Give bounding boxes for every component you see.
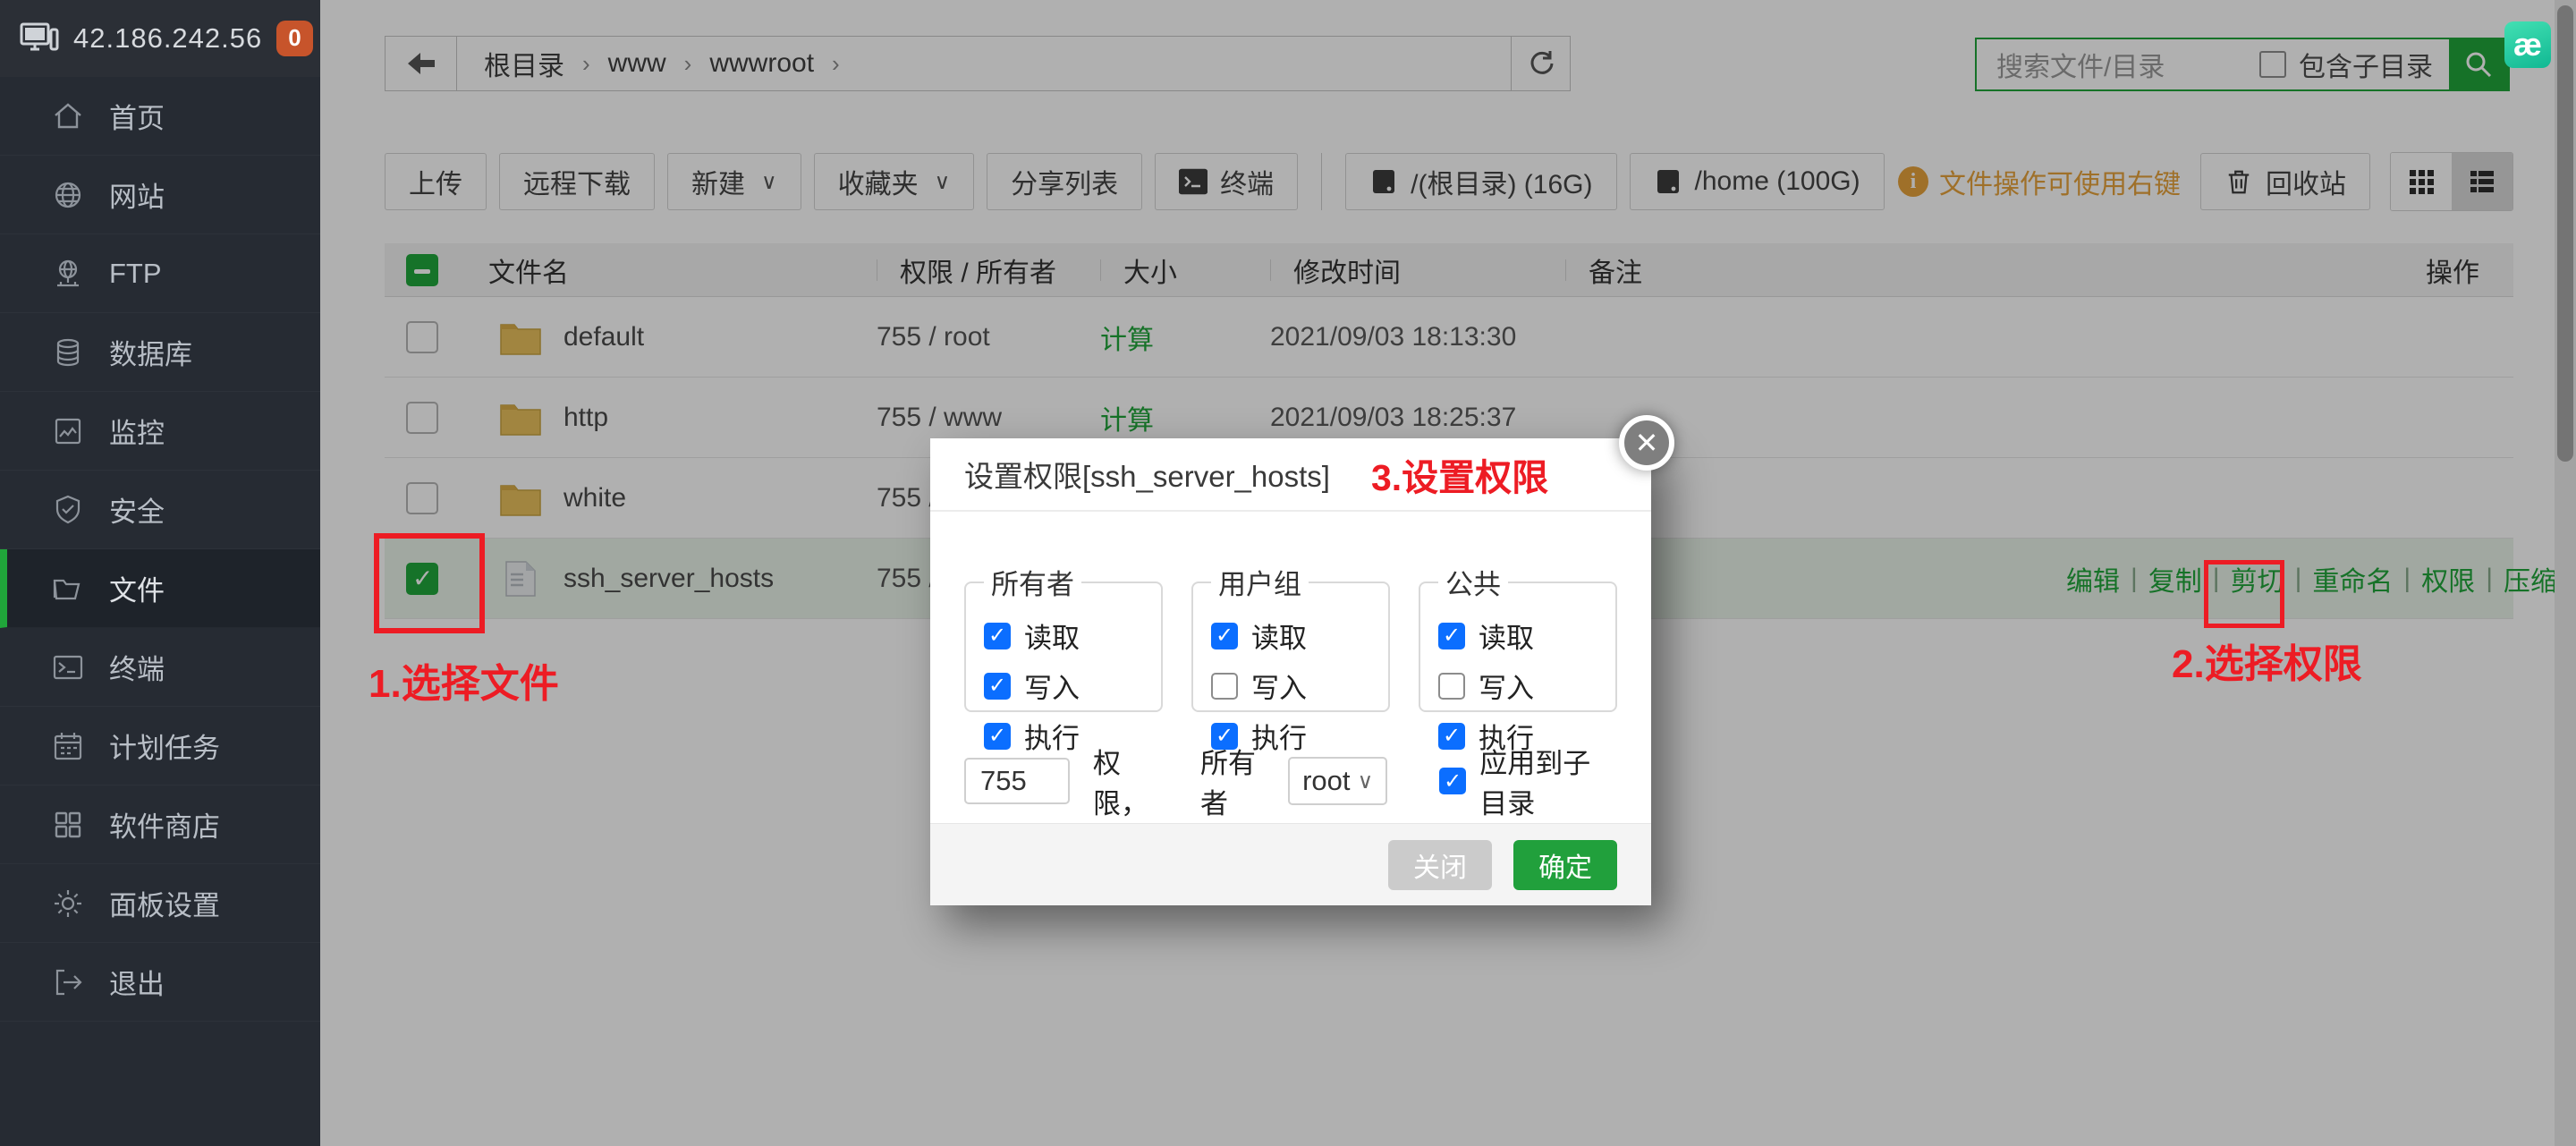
server-header: 42.186.242.56 0 (0, 0, 320, 77)
checkbox-unchecked-icon[interactable] (1211, 673, 1238, 700)
terminal-icon (52, 651, 84, 683)
sidebar-item-label: 首页 (109, 96, 165, 136)
chevron-down-icon: ∨ (1358, 768, 1374, 794)
sidebar-item-label: 面板设置 (109, 883, 220, 923)
sidebar-item-label: 软件商店 (109, 804, 220, 845)
perm-option-label: 写入 (1251, 666, 1307, 706)
sidebar-item-settings[interactable]: 面板设置 (0, 864, 320, 943)
annotation-step2: 2.选择权限 (2172, 632, 2362, 689)
owner-group-legend: 所有者 (984, 562, 1081, 602)
sidebar-item-sites[interactable]: 网站 (0, 156, 320, 234)
perm-option-label: 读取 (1024, 615, 1080, 656)
checkbox-checked-icon[interactable] (1211, 623, 1238, 649)
sidebar-item-terminal[interactable]: 终端 (0, 628, 320, 707)
home-icon (52, 100, 84, 132)
appstore-icon (52, 809, 84, 841)
annotation-box-select-file (374, 533, 485, 633)
monitor-icon (52, 415, 84, 447)
sidebar-item-label: 计划任务 (109, 726, 220, 766)
group-group-legend: 用户组 (1211, 562, 1309, 602)
sidebar: 42.186.242.56 0 首页 网站 FTP 数据库 监控 (0, 0, 320, 1146)
perm-option-label: 写入 (1024, 666, 1080, 706)
dialog-header: 设置权限[ssh_server_hosts] 3.设置权限 (930, 438, 1651, 512)
sidebar-item-label: 文件 (109, 568, 165, 608)
aapanel-logo-badge[interactable]: æ (2504, 21, 2551, 68)
server-ip: 42.186.242.56 (73, 22, 262, 55)
checkbox-checked-icon[interactable] (1438, 623, 1465, 649)
confirm-button[interactable]: 确定 (1513, 840, 1617, 890)
sidebar-item-cron[interactable]: 计划任务 (0, 707, 320, 785)
set-permissions-dialog: ✕ 设置权限[ssh_server_hosts] 3.设置权限 所有者 读取 写… (930, 438, 1651, 905)
perm-option-label: 读取 (1479, 615, 1534, 656)
perm-option[interactable]: 写入 (1438, 666, 1615, 706)
annotation-step1: 1.选择文件 (369, 651, 559, 709)
database-icon (52, 336, 84, 369)
shield-icon (52, 494, 84, 526)
gear-icon (52, 887, 84, 920)
apply-subdir-label: 应用到子目录 (1479, 741, 1617, 821)
perm-option[interactable]: 读取 (984, 615, 1161, 656)
apply-subdir-option[interactable]: 应用到子目录 (1439, 741, 1617, 821)
perm-option[interactable]: 写入 (1211, 666, 1388, 706)
owner-permission-group: 所有者 读取 写入 执行 (964, 562, 1163, 712)
perm-option[interactable]: 写入 (984, 666, 1161, 706)
checkbox-checked-icon[interactable] (984, 723, 1011, 750)
perm-option-label: 执行 (1024, 716, 1080, 756)
annotation-box-permission-link (2204, 560, 2284, 628)
checkbox-checked-icon[interactable] (984, 673, 1011, 700)
sidebar-item-logout[interactable]: 退出 (0, 943, 320, 1022)
sidebar-item-home[interactable]: 首页 (0, 77, 320, 156)
dialog-title: 设置权限[ssh_server_hosts] (964, 453, 1330, 496)
annotation-step3: 3.设置权限 (1371, 447, 1548, 501)
sidebar-item-database[interactable]: 数据库 (0, 313, 320, 392)
folder-icon (52, 573, 84, 605)
owner-select[interactable]: root ∨ (1288, 757, 1387, 805)
message-count-badge[interactable]: 0 (276, 21, 312, 55)
sidebar-item-monitor[interactable]: 监控 (0, 392, 320, 471)
calendar-icon (52, 730, 84, 762)
group-permission-group: 用户组 读取 写入 执行 (1191, 562, 1390, 712)
permission-label: 权限， (1093, 741, 1165, 821)
perm-option[interactable]: 读取 (1438, 615, 1615, 656)
sidebar-item-label: 数据库 (109, 332, 192, 372)
sidebar-item-security[interactable]: 安全 (0, 471, 320, 549)
dialog-footer: 关闭 确定 (930, 823, 1651, 905)
sidebar-item-ftp[interactable]: FTP (0, 234, 320, 313)
owner-select-value: root (1302, 765, 1350, 797)
permission-value-input[interactable] (964, 758, 1070, 804)
sidebar-item-label: 终端 (109, 647, 165, 687)
sidebar-item-appstore[interactable]: 软件商店 (0, 785, 320, 864)
sidebar-item-files[interactable]: 文件 (0, 549, 320, 628)
dialog-body: 所有者 读取 写入 执行 用户组 读取 写入 执行 公共 读取 写入 执行 (930, 512, 1651, 821)
sidebar-item-label: 监控 (109, 411, 165, 451)
bt-panel-app: 42.186.242.56 0 首页 网站 FTP 数据库 监控 (0, 0, 2576, 1146)
permission-groups: 所有者 读取 写入 执行 用户组 读取 写入 执行 公共 读取 写入 执行 (964, 562, 1617, 712)
perm-option-label: 写入 (1479, 666, 1534, 706)
sidebar-item-label: FTP (109, 258, 162, 290)
cancel-button[interactable]: 关闭 (1388, 840, 1492, 890)
close-icon[interactable]: ✕ (1619, 415, 1674, 471)
checkbox-unchecked-icon[interactable] (1438, 673, 1465, 700)
checkbox-checked-icon[interactable] (984, 623, 1011, 649)
server-monitor-icon (20, 21, 59, 56)
sidebar-item-label: 安全 (109, 489, 165, 530)
owner-label: 所有者 (1200, 741, 1272, 821)
ftp-icon (52, 258, 84, 290)
sidebar-nav: 首页 网站 FTP 数据库 监控 安全 (0, 77, 320, 1022)
checkbox-checked-icon[interactable] (1439, 768, 1466, 794)
logout-icon (52, 966, 84, 998)
perm-option[interactable]: 读取 (1211, 615, 1388, 656)
public-permission-group: 公共 读取 写入 执行 (1419, 562, 1617, 712)
public-group-legend: 公共 (1438, 562, 1508, 602)
sidebar-item-label: 网站 (109, 174, 165, 215)
sidebar-item-label: 退出 (109, 962, 165, 1002)
perm-option-label: 读取 (1251, 615, 1307, 656)
globe-icon (52, 179, 84, 211)
